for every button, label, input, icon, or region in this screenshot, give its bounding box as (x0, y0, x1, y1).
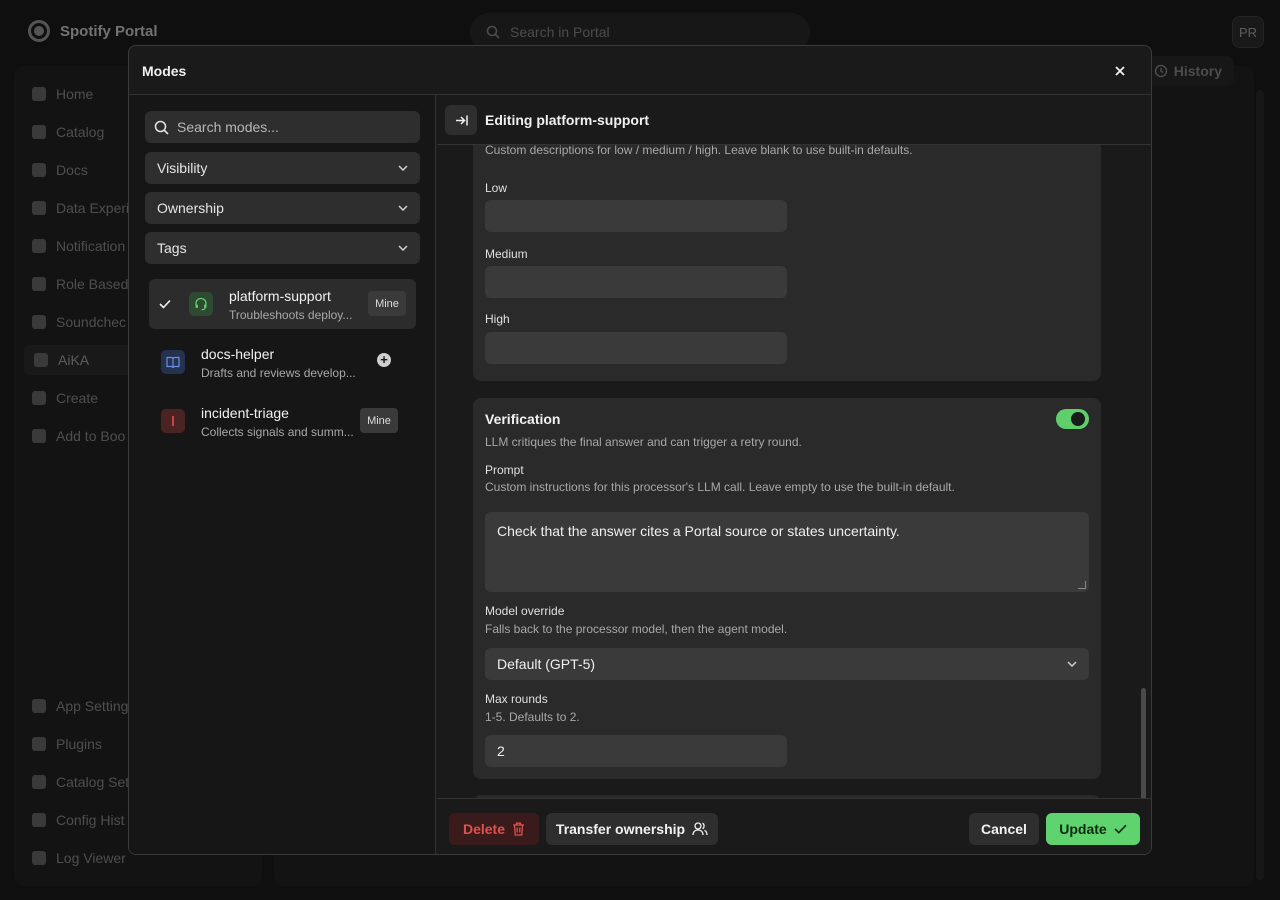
close-icon (1115, 66, 1125, 76)
max-rounds-label: Max rounds (485, 692, 548, 706)
verification-description: LLM critiques the final answer and can t… (485, 435, 802, 449)
prompt-textarea[interactable]: Check that the answer cites a Portal sou… (485, 512, 1089, 592)
users-icon (692, 822, 708, 836)
mine-badge: Mine (368, 291, 406, 316)
model-override-select[interactable]: Default (GPT-5) (485, 648, 1089, 680)
transfer-ownership-label: Transfer ownership (555, 821, 686, 837)
filter-label: Visibility (157, 160, 208, 176)
mode-item-docs-helper[interactable]: docs-helper Drafts and reviews develop...… (149, 337, 416, 387)
dialog-header: Modes (129, 46, 1151, 95)
mode-description: Troubleshoots deploy... (229, 308, 353, 322)
verification-title: Verification (485, 411, 561, 427)
filter-label: Ownership (157, 200, 224, 216)
editor-title: Editing platform-support (485, 112, 650, 128)
trash-icon (513, 822, 525, 836)
chevron-down-icon (398, 245, 408, 251)
low-input[interactable] (485, 200, 787, 232)
update-button[interactable]: Update (1046, 813, 1140, 845)
levels-hint: Custom descriptions for low / medium / h… (485, 145, 913, 157)
medium-input[interactable] (485, 266, 787, 298)
close-button[interactable] (1107, 58, 1133, 84)
update-label: Update (1059, 821, 1107, 837)
filter-ownership-select[interactable]: Ownership (145, 192, 420, 224)
model-override-hint: Falls back to the processor model, then … (485, 622, 788, 636)
transfer-ownership-button[interactable]: Transfer ownership (546, 813, 718, 845)
check-icon (159, 296, 171, 314)
delete-label: Delete (462, 821, 506, 837)
max-rounds-input[interactable] (485, 735, 787, 767)
mode-name: platform-support (229, 288, 331, 304)
editor-scroll-area[interactable]: Custom descriptions for low / medium / h… (437, 145, 1151, 798)
max-rounds-hint: 1-5. Defaults to 2. (485, 710, 580, 724)
search-icon (154, 120, 169, 135)
delete-button[interactable]: Delete (449, 813, 539, 845)
mode-description: Drafts and reviews develop... (201, 366, 356, 380)
prompt-text: Check that the answer cites a Portal sou… (497, 523, 900, 539)
medium-label: Medium (485, 247, 528, 261)
chevron-down-icon (398, 165, 408, 171)
search-modes-input[interactable] (177, 119, 417, 135)
editor-footer: Delete Transfer ownership Cancel Update (437, 798, 1151, 854)
high-input[interactable] (485, 332, 787, 364)
filter-label: Tags (157, 240, 187, 256)
levels-card: Custom descriptions for low / medium / h… (473, 145, 1101, 381)
collapse-arrow-icon (455, 115, 468, 125)
modes-dialog: Modes Visibility Ownership Tags platform-s… (128, 45, 1152, 855)
verification-card: Verification LLM critiques the final ans… (473, 398, 1101, 779)
mode-name: incident-triage (201, 405, 289, 421)
book-icon (161, 350, 185, 374)
search-modes-field[interactable] (145, 111, 420, 143)
model-override-value: Default (GPT-5) (497, 656, 596, 672)
prompt-label: Prompt (485, 463, 524, 477)
cancel-button[interactable]: Cancel (969, 813, 1039, 845)
dialog-title: Modes (142, 63, 187, 79)
low-label: Low (485, 181, 508, 195)
mode-item-incident-triage[interactable]: incident-triage Collects signals and summ… (149, 396, 416, 446)
alert-icon (161, 409, 185, 433)
mode-name: docs-helper (201, 346, 275, 362)
cancel-label: Cancel (981, 821, 1027, 837)
prompt-hint: Custom instructions for this processor's… (485, 480, 955, 494)
resize-grip-icon[interactable] (1078, 581, 1086, 589)
collapse-panel-button[interactable] (445, 105, 477, 135)
filter-tags-select[interactable]: Tags (145, 232, 420, 264)
add-mode-icon[interactable]: + (377, 353, 391, 367)
editor-scrollbar-thumb[interactable] (1141, 688, 1146, 798)
headset-icon (189, 292, 213, 316)
modes-list-panel: Visibility Ownership Tags platform-support… (129, 95, 436, 854)
mine-badge: Mine (360, 408, 398, 433)
mode-item-platform-support[interactable]: platform-support Troubleshoots deploy... M… (149, 279, 416, 329)
editor-header: Editing platform-support (437, 95, 1151, 145)
model-override-label: Model override (485, 604, 565, 618)
chevron-down-icon (1067, 661, 1077, 667)
mode-description: Collects signals and summ... (201, 425, 354, 439)
verification-toggle[interactable] (1056, 409, 1089, 429)
mode-editor: Editing platform-support Custom descript… (437, 95, 1151, 854)
high-label: High (485, 312, 510, 326)
chevron-down-icon (398, 205, 408, 211)
filter-visibility-select[interactable]: Visibility (145, 152, 420, 184)
check-icon (1114, 824, 1127, 834)
